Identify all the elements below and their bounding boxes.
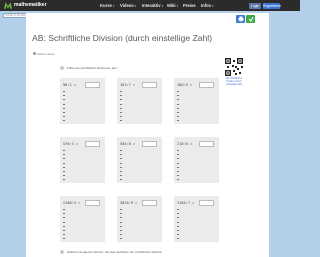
problem-expression: 2180:5 =	[63, 201, 81, 205]
answer-field[interactable]	[199, 82, 214, 88]
working-lines	[177, 209, 185, 243]
problem-card: 3825:9 =	[117, 196, 162, 242]
print-button[interactable]	[236, 15, 245, 23]
chevron-down-icon: ▾	[112, 4, 115, 8]
qr-code-icon	[225, 58, 243, 76]
chevron-down-icon: ▾	[161, 4, 164, 8]
task-instruction: Erkläre mit eigenen Worten, wie das Verf…	[67, 250, 163, 254]
logo-icon	[4, 2, 12, 9]
problem-card: 210:6 =	[174, 137, 219, 183]
problem-card: 98:2 =	[60, 78, 105, 124]
answer-field[interactable]	[199, 200, 214, 206]
problem-expression: 180:5 =	[177, 83, 193, 87]
problem-expression: 161:7 =	[120, 83, 136, 87]
print-icon	[238, 16, 243, 22]
user-icon	[33, 52, 36, 55]
login-button[interactable]: Login	[249, 2, 261, 9]
problem-card: 2184:7 =	[174, 196, 219, 242]
working-lines	[120, 209, 128, 243]
task-number: 2	[60, 250, 64, 254]
working-lines	[120, 150, 128, 184]
chevron-down-icon: ▾	[176, 4, 179, 8]
page-title: AB: Schriftliche Division (durch einstel…	[32, 33, 213, 43]
answer-field[interactable]	[85, 200, 100, 206]
brand-name: mathematiker	[14, 2, 47, 8]
task-number: 1	[60, 66, 64, 70]
problem-expression: 576:3 =	[63, 142, 79, 146]
nav-item-interaktiv[interactable]: Interaktiv▾	[142, 1, 163, 11]
problem-expression: 2184:7 =	[177, 201, 195, 205]
working-lines	[177, 91, 185, 125]
answer-field[interactable]	[199, 141, 214, 147]
working-lines	[63, 150, 71, 184]
answer-field[interactable]	[85, 82, 100, 88]
share-button[interactable]	[246, 15, 255, 23]
answer-field[interactable]	[142, 82, 157, 88]
nav-item-kurse[interactable]: Kurse▾	[100, 1, 114, 11]
working-lines	[63, 91, 71, 125]
problem-expression: 504:8 =	[120, 142, 136, 146]
chevron-down-icon: ▾	[134, 4, 137, 8]
problem-expression: 3825:9 =	[120, 201, 138, 205]
nav-item-preise[interactable]: Preise	[183, 1, 196, 10]
working-lines	[177, 150, 185, 184]
problem-card: 2180:5 =	[60, 196, 105, 242]
problem-card: 161:7 =	[117, 78, 162, 124]
answer-field[interactable]	[142, 141, 157, 147]
share-icon	[248, 16, 253, 22]
problem-card: 504:8 =	[117, 137, 162, 183]
problem-card: 576:3 =	[60, 137, 105, 183]
task-instruction: Führe die schriftlichen Divisionen aus:	[67, 66, 118, 70]
register-button[interactable]: Registrieren	[263, 2, 281, 9]
chevron-down-icon: ▾	[212, 4, 214, 8]
answer-field[interactable]	[142, 200, 157, 206]
author-name[interactable]: Mathematiker	[37, 52, 55, 56]
answer-field[interactable]	[85, 141, 100, 147]
problem-expression: 98:2 =	[63, 83, 76, 87]
qr-caption-link[interactable]: AB: Schriftliche Division durch einstell…	[222, 77, 246, 86]
problem-card: 180:5 =	[174, 78, 219, 124]
nav-item-videos[interactable]: Videos▾	[120, 1, 136, 11]
working-lines	[120, 91, 128, 125]
problem-expression: 210:6 =	[177, 142, 193, 146]
top-navigation-bar: mathematiker Kurse▾ Videos▾ Interaktiv▾ …	[0, 0, 300, 11]
logo[interactable]: mathematiker	[4, 2, 47, 10]
working-lines	[63, 209, 71, 243]
nav-item-wiki[interactable]: Wiki▾	[167, 1, 178, 11]
nav-item-infos[interactable]: Infos▾	[201, 1, 214, 11]
